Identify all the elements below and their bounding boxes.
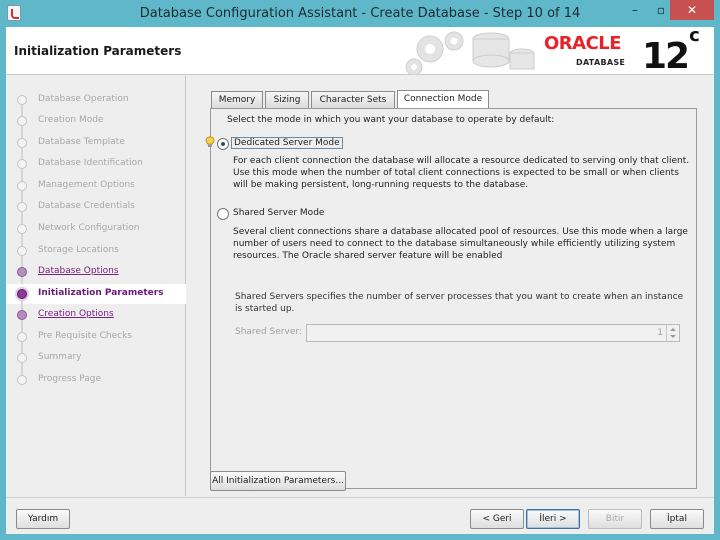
step-storage-locations: Storage Locations (6, 241, 186, 268)
step-creation-mode: Creation Mode (6, 111, 186, 138)
database-label: DATABASE (576, 58, 626, 67)
step-progress-page: Progress Page (6, 370, 186, 390)
tab-memory[interactable]: Memory (211, 91, 263, 108)
dedicated-server-label[interactable]: Dedicated Server Mode (231, 137, 343, 149)
step-label: Database Template (38, 137, 125, 147)
shared-server-label[interactable]: Shared Server Mode (233, 208, 324, 218)
step-indicator-icon (17, 332, 27, 342)
step-label: Creation Mode (38, 115, 104, 125)
step-label: Management Options (38, 180, 135, 190)
step-label: Database Credentials (38, 201, 135, 211)
step-label: Summary (38, 352, 82, 362)
step-indicator-icon (17, 202, 27, 212)
shared-server-radio[interactable] (217, 208, 229, 220)
shared-server-value: 1 (657, 328, 663, 338)
spinner-up-arrow-icon (670, 328, 676, 331)
tab-connection-mode[interactable]: Connection Mode (397, 90, 489, 108)
shared-server-field-label: Shared Server: (235, 327, 302, 337)
app-window: Database Configuration Assistant - Creat… (0, 0, 720, 540)
dialog-body: Initialization Parameters ORACLE DATABAS… (6, 25, 714, 534)
gears-database-graphic (405, 31, 535, 75)
step-indicator-icon (17, 289, 27, 299)
minimize-button[interactable]: – (622, 0, 648, 20)
step-indicator-icon (17, 224, 27, 234)
step-creation-options[interactable]: Creation Options (6, 305, 186, 332)
step-database-options[interactable]: Database Options (6, 262, 186, 289)
cancel-button[interactable]: İptal (650, 509, 704, 529)
page-title: Initialization Parameters (14, 44, 182, 58)
close-button[interactable]: ✕ (670, 0, 714, 20)
tab-sizing[interactable]: Sizing (265, 91, 309, 108)
step-indicator-icon (17, 353, 27, 363)
step-label: Pre Requisite Checks (38, 331, 132, 341)
instruction-text: Select the mode in which you want your d… (227, 115, 555, 125)
step-label[interactable]: Database Options (38, 266, 119, 276)
back-button[interactable]: < Geri (470, 509, 524, 529)
shared-servers-help-text: Shared Servers specifies the number of s… (235, 292, 684, 314)
title-bar[interactable]: Database Configuration Assistant - Creat… (0, 0, 720, 27)
lightbulb-icon (205, 136, 215, 147)
step-indicator-icon (17, 267, 27, 277)
step-indicator-icon (17, 181, 27, 191)
oracle-logo: ORACLE (544, 33, 622, 54)
step-label: Database Operation (38, 94, 129, 104)
step-initialization-parameters: Initialization Parameters (6, 284, 186, 311)
step-database-credentials: Database Credentials (6, 197, 186, 224)
step-label: Database Identification (38, 158, 143, 168)
header-banner: Initialization Parameters ORACLE DATABAS… (6, 25, 714, 77)
connection-mode-panel: Select the mode in which you want your d… (205, 108, 697, 489)
shared-server-spinner: 1 (306, 324, 680, 342)
step-label[interactable]: Creation Options (38, 309, 114, 319)
step-summary: Summary (6, 348, 186, 375)
step-pre-requisite-checks: Pre Requisite Checks (6, 327, 186, 354)
dedicated-server-radio[interactable] (217, 138, 229, 150)
shared-server-description: Several client connections share a datab… (233, 227, 688, 261)
finish-button: Bitir (588, 509, 642, 529)
step-management-options: Management Options (6, 176, 186, 203)
step-indicator-icon (17, 95, 27, 105)
tab-character-sets[interactable]: Character Sets (311, 91, 395, 108)
spinner-arrows (666, 325, 679, 341)
step-database-operation: Database Operation (6, 90, 186, 117)
step-database-identification: Database Identification (6, 154, 186, 181)
spinner-down-arrow-icon (670, 335, 676, 338)
window-title: Database Configuration Assistant - Creat… (139, 6, 581, 21)
version-12c: 12c (642, 25, 700, 77)
version-suffix: c (689, 25, 700, 46)
step-label: Storage Locations (38, 245, 119, 255)
help-button[interactable]: Yardım (16, 509, 70, 529)
step-indicator-icon (17, 116, 27, 126)
version-number: 12 (642, 36, 690, 77)
dedicated-server-description: For each client connection the database … (233, 156, 690, 190)
step-indicator-icon (17, 310, 27, 320)
step-indicator-icon (17, 159, 27, 169)
step-indicator-icon (17, 375, 27, 385)
step-database-template: Database Template (6, 133, 186, 160)
step-network-configuration: Network Configuration (6, 219, 186, 246)
step-indicator-icon (17, 138, 27, 148)
step-label: Network Configuration (38, 223, 140, 233)
step-indicator-icon (17, 246, 27, 256)
all-initialization-parameters-button[interactable]: All Initialization Parameters... (210, 471, 346, 491)
footer-separator (6, 497, 714, 498)
step-label: Initialization Parameters (38, 288, 164, 298)
step-label: Progress Page (38, 374, 102, 384)
steps-navigator: Database Operation Creation Mode Databas… (6, 76, 186, 496)
next-button[interactable]: İleri > (526, 509, 580, 529)
